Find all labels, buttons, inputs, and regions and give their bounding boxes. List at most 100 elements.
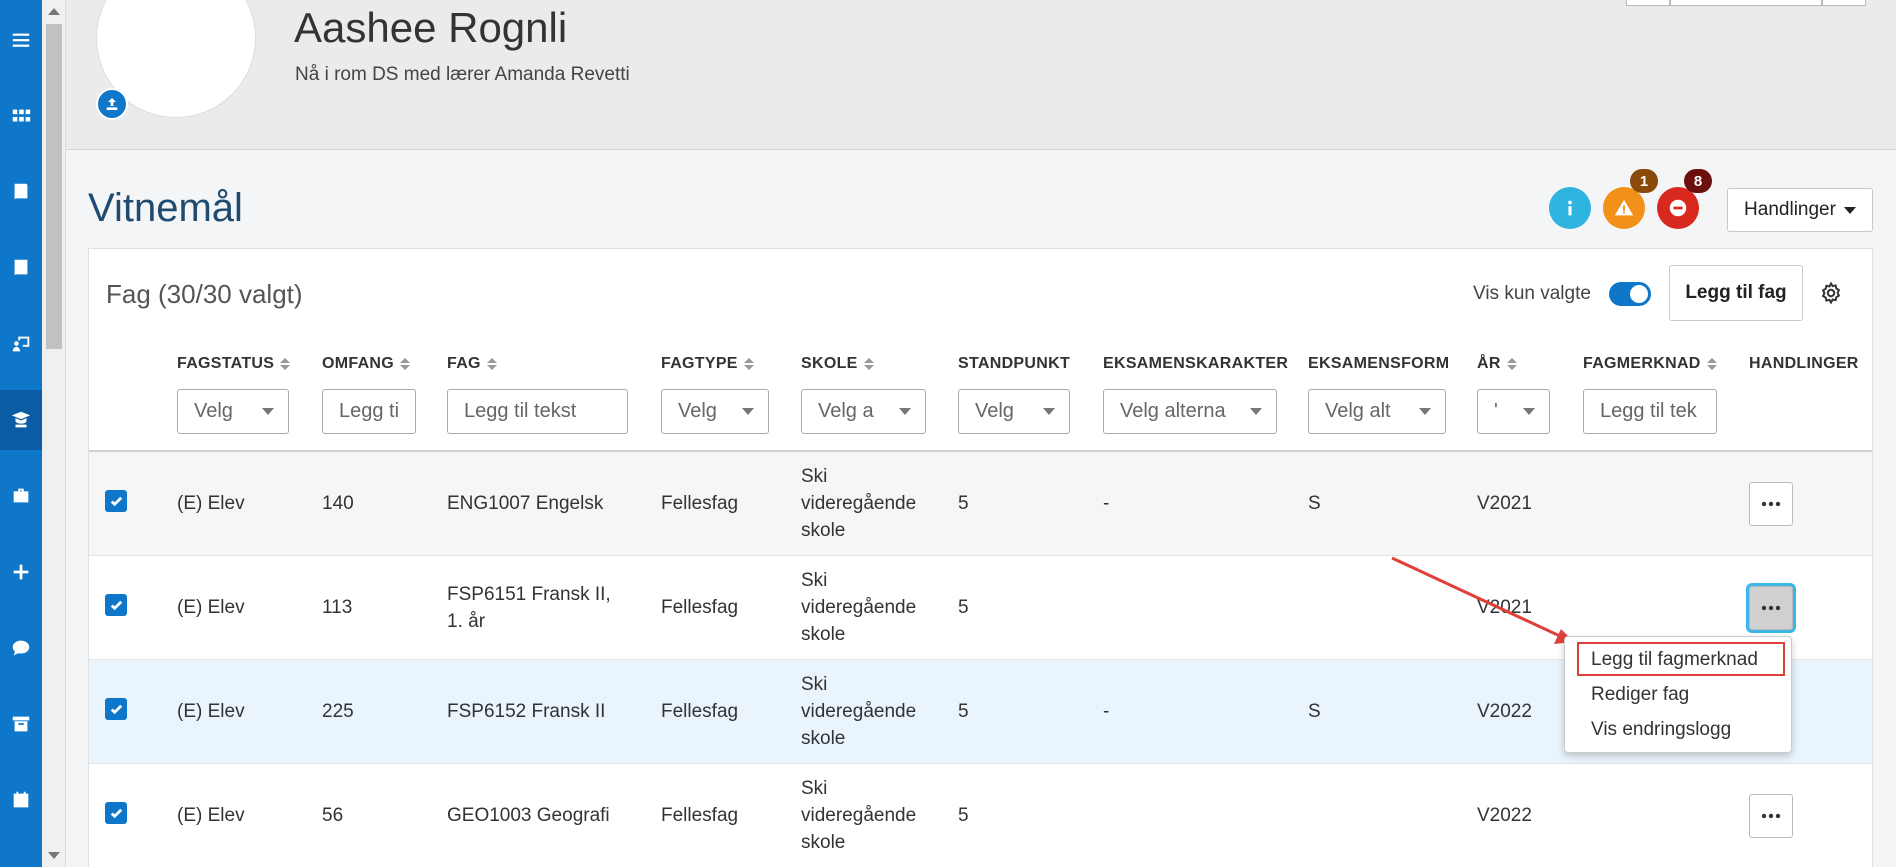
upload-photo-button[interactable] [96, 88, 128, 120]
header-button-1[interactable] [1626, 0, 1670, 6]
filter-value: Velg a [818, 400, 874, 422]
cell-skole-3: skole [801, 624, 846, 645]
row-checkbox[interactable] [105, 594, 127, 616]
cell-eksamensform: S [1308, 493, 1321, 514]
row-checkbox[interactable] [105, 490, 127, 512]
filter-fagmerknad-input[interactable]: Legg til tek [1583, 389, 1717, 434]
col-label: FAGMERKNAD [1583, 355, 1701, 372]
cell-skole-3: skole [801, 832, 846, 853]
book-icon[interactable] [0, 162, 42, 222]
cell-fagtype: Fellesfag [661, 493, 739, 514]
row-checkbox[interactable] [105, 698, 127, 720]
cell-skole-2: videregående [801, 805, 917, 826]
more-dots-icon [1761, 605, 1781, 611]
cell-skole-2: videregående [801, 597, 917, 618]
col-label: EKSAMENSFORM [1308, 355, 1450, 372]
error-count-badge: 8 [1684, 169, 1712, 193]
warning-count-badge: 1 [1630, 169, 1658, 193]
info-icon[interactable] [1549, 187, 1591, 229]
cell-status: (E) Elev [177, 805, 245, 826]
col-fagstatus[interactable]: FAGSTATUS [177, 355, 291, 373]
row-actions-button[interactable] [1749, 482, 1793, 526]
archive-icon[interactable] [0, 694, 42, 754]
filter-ar-select[interactable]: ' [1477, 389, 1550, 434]
sort-icon [863, 358, 874, 370]
filter-eksamensform-select[interactable]: Velg alt [1308, 389, 1446, 434]
scroll-down-icon[interactable] [48, 852, 60, 859]
vertical-scrollbar[interactable] [42, 0, 66, 867]
actions-dropdown-button[interactable]: Handlinger [1727, 188, 1873, 232]
more-dots-icon [1761, 501, 1781, 507]
filter-fag-input[interactable]: Legg til tekst [447, 389, 628, 434]
filter-fagtype-select[interactable]: Velg [661, 389, 769, 434]
header-button-2[interactable] [1670, 0, 1822, 6]
upload-icon [106, 98, 118, 110]
cell-ar: V2021 [1477, 493, 1532, 514]
scroll-up-icon[interactable] [48, 8, 60, 15]
col-fagmerknad[interactable]: FAGMERKNAD [1583, 355, 1717, 373]
sidebar [0, 0, 42, 867]
cell-eksamenskarakter: - [1103, 701, 1110, 722]
briefcase-icon[interactable] [0, 466, 42, 526]
calendar-icon[interactable] [0, 770, 42, 830]
notebook-icon[interactable] [0, 238, 42, 298]
cell-skole-1: Ski [801, 674, 828, 695]
filter-fagstatus-select[interactable]: Velg [177, 389, 289, 434]
plus-icon[interactable] [0, 542, 42, 602]
teacher-icon[interactable] [0, 314, 42, 374]
add-subject-button[interactable]: Legg til fag [1669, 265, 1803, 321]
filter-placeholder: Legg til tek [1600, 400, 1697, 422]
menu-item-add-note[interactable]: Legg til fagmerknad [1591, 649, 1758, 671]
warning-icon[interactable] [1603, 187, 1645, 229]
cell-ar: V2021 [1477, 597, 1532, 618]
cell-skole-1: Ski [801, 466, 828, 487]
col-skole[interactable]: SKOLE [801, 355, 874, 373]
gear-icon[interactable] [1819, 281, 1843, 305]
col-omfang[interactable]: OMFANG [322, 355, 411, 373]
cell-fag: GEO1003 Geografi [447, 805, 610, 826]
col-label: FAG [447, 355, 481, 372]
apps-grid-icon[interactable] [0, 86, 42, 146]
cell-eksamensform: S [1308, 701, 1321, 722]
student-name: Aashee Rognli [294, 4, 568, 51]
col-fagtype[interactable]: FAGTYPE [661, 355, 754, 373]
cell-status: (E) Elev [177, 493, 245, 514]
sort-icon [1706, 358, 1717, 370]
filter-omfang-input[interactable]: Legg ti [322, 389, 416, 434]
chat-icon[interactable] [0, 618, 42, 678]
col-label: STANDPUNKT [958, 355, 1071, 372]
col-label: EKSAMENSKARAKTER [1103, 355, 1289, 372]
col-fag[interactable]: FAG [447, 355, 497, 373]
scroll-thumb[interactable] [46, 24, 62, 349]
col-label: HANDLINGER [1749, 355, 1859, 372]
row-actions-button[interactable] [1749, 794, 1793, 838]
filter-value: Velg [975, 400, 1014, 422]
cell-skole-3: skole [801, 728, 846, 749]
col-ar[interactable]: ÅR [1477, 355, 1517, 373]
cell-standpunkt: 5 [958, 597, 969, 618]
menu-item-edit-subject[interactable]: Rediger fag [1591, 684, 1689, 706]
col-handlinger: HANDLINGER [1749, 355, 1859, 373]
caret-down-icon [1843, 206, 1856, 214]
cell-fag: ENG1007 Engelsk [447, 493, 604, 514]
cell-standpunkt: 5 [958, 805, 969, 826]
filter-eksamenskarakter-select[interactable]: Velg alterna [1103, 389, 1277, 434]
row-actions-button[interactable] [1749, 586, 1793, 630]
filter-standpunkt-select[interactable]: Velg [958, 389, 1070, 434]
filter-skole-select[interactable]: Velg a [801, 389, 926, 434]
cell-omfang: 225 [322, 701, 354, 722]
subjects-card: Fag (30/30 valgt) Vis kun valgte Legg ti… [88, 248, 1873, 867]
student-icon[interactable] [0, 390, 42, 450]
menu-icon[interactable] [0, 10, 42, 70]
row-checkbox[interactable] [105, 802, 127, 824]
table-row: (E) Elev 140 ENG1007 Engelsk Fellesfag S… [89, 452, 1872, 556]
toggle-label: Vis kun valgte [1473, 283, 1591, 304]
menu-item-change-log[interactable]: Vis endringslogg [1591, 719, 1731, 741]
row-actions-menu: Legg til fagmerknad Rediger fag Vis endr… [1564, 636, 1792, 753]
header-button-3[interactable] [1822, 0, 1866, 6]
filter-placeholder: Legg til tekst [464, 400, 577, 422]
cell-ar: V2022 [1477, 805, 1532, 826]
show-selected-toggle[interactable] [1609, 282, 1651, 306]
error-icon[interactable] [1657, 187, 1699, 229]
card-title: Fag (30/30 valgt) [106, 279, 303, 309]
